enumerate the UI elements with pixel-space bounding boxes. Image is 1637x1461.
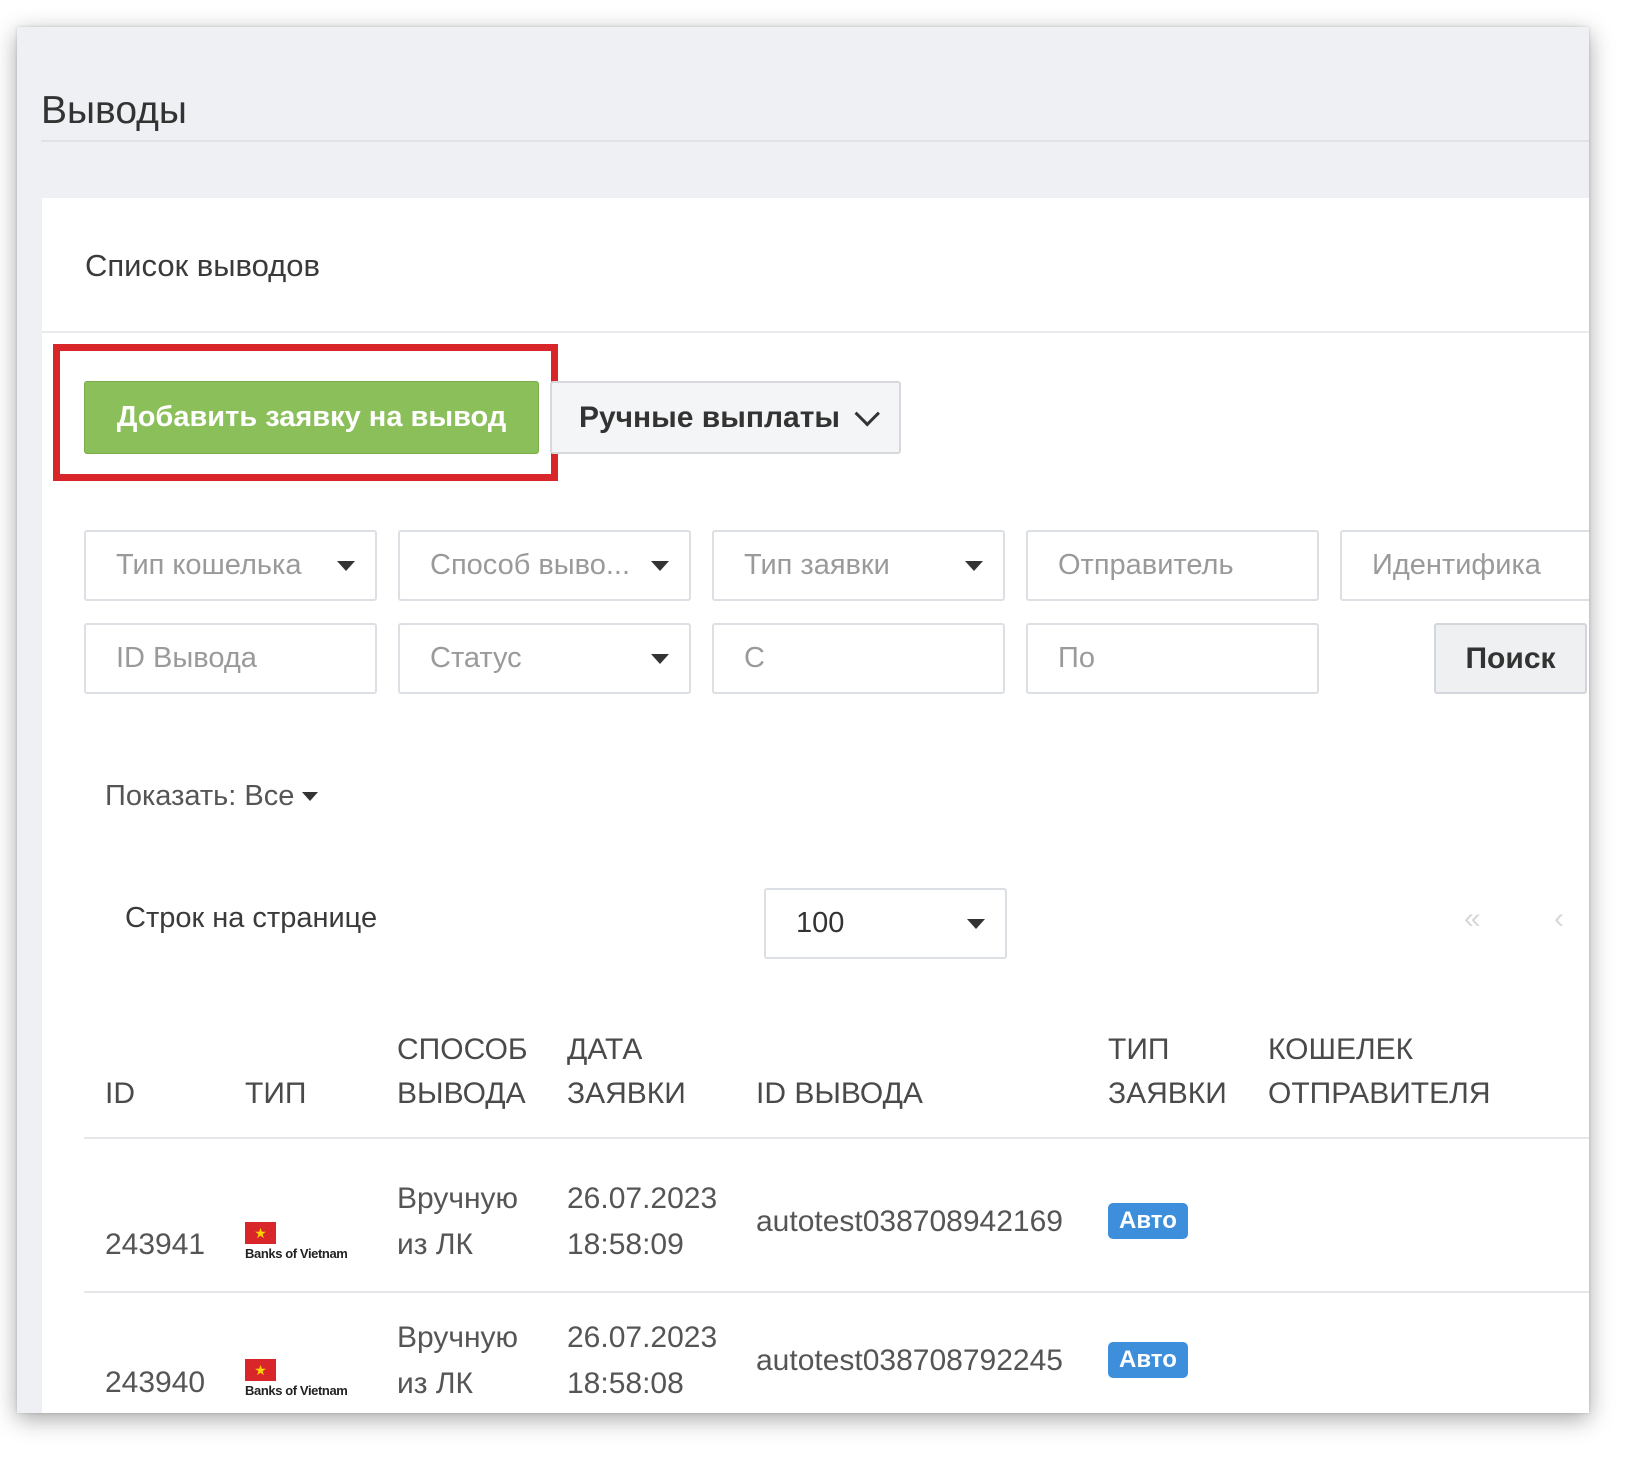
sender-input[interactable]: Отправитель — [1026, 530, 1319, 601]
cell-withdraw-id: autotest038708942169 — [756, 1205, 1063, 1238]
manual-payouts-dropdown[interactable]: Ручные выплаты — [550, 381, 901, 454]
title-divider — [41, 140, 1589, 142]
cell-method-line1: Вручную — [397, 1321, 519, 1354]
withdraw-id-placeholder: ID Вывода — [116, 642, 257, 674]
cell-withdraw-id: autotest038708792245 — [756, 1344, 1063, 1377]
request-type-badge: Авто — [1108, 1203, 1188, 1239]
show-filter-dropdown[interactable]: Показать: Все — [105, 780, 319, 813]
cell-method-line2: из ЛК — [397, 1228, 474, 1261]
withdraw-method-select[interactable]: Способ выво... — [398, 530, 691, 601]
identifier-input[interactable]: Идентифика — [1340, 530, 1589, 601]
cell-method-line2: из ЛК — [397, 1367, 474, 1400]
app-window: Выводы Список выводов Добавить заявку на… — [17, 27, 1589, 1413]
vietnam-flag-icon: ★ — [245, 1359, 276, 1381]
identifier-placeholder: Идентифика — [1372, 549, 1541, 581]
caret-down-icon — [967, 919, 985, 929]
row-divider — [84, 1291, 1589, 1293]
caret-down-icon — [651, 654, 669, 664]
withdrawals-card: Список выводов Добавить заявку на вывод … — [42, 198, 1589, 1413]
search-button[interactable]: Поиск — [1434, 623, 1587, 694]
caret-down-icon — [965, 561, 983, 571]
request-type-badge: Авто — [1108, 1342, 1188, 1378]
caret-down-icon — [302, 792, 319, 801]
page-title: Выводы — [41, 89, 187, 132]
status-placeholder: Статус — [430, 642, 522, 674]
rows-per-page-value: 100 — [796, 907, 845, 939]
cell-date: 26.07.2023 — [567, 1182, 718, 1215]
bank-name: Banks of Vietnam — [245, 1383, 348, 1398]
date-from-placeholder: С — [744, 642, 765, 674]
cell-id: 243940 — [105, 1366, 206, 1399]
col-header-id[interactable]: ID — [105, 1072, 135, 1116]
add-withdrawal-button[interactable]: Добавить заявку на вывод — [84, 381, 539, 454]
col-header-method-line2[interactable]: ВЫВОДА — [397, 1072, 526, 1116]
date-to-input[interactable]: По — [1026, 623, 1319, 694]
wallet-type-select[interactable]: Тип кошелька — [84, 530, 377, 601]
prev-page-button[interactable]: ‹ — [1554, 902, 1564, 936]
chevron-down-icon — [854, 400, 881, 426]
cell-date: 26.07.2023 — [567, 1321, 718, 1354]
show-filter-label: Показать: Все — [105, 780, 295, 812]
withdraw-method-placeholder: Способ выво... — [430, 549, 631, 581]
col-header-withdraw-id[interactable]: ID ВЫВОДА — [756, 1072, 923, 1116]
cell-method-line1: Вручную — [397, 1182, 519, 1215]
card-title: Список выводов — [85, 248, 320, 283]
col-header-type[interactable]: ТИП — [245, 1072, 306, 1116]
rows-per-page-label: Строк на странице — [125, 902, 378, 934]
caret-down-icon — [337, 561, 355, 571]
col-header-date-line2[interactable]: ЗАЯВКИ — [567, 1072, 686, 1116]
card-divider — [42, 331, 1589, 333]
caret-down-icon — [651, 561, 669, 571]
rows-per-page-select[interactable]: 100 — [764, 888, 1007, 959]
col-header-wallet-line2[interactable]: ОТПРАВИТЕЛЯ — [1268, 1072, 1491, 1116]
col-header-wallet-line1[interactable]: КОШЕЛЕК — [1268, 1028, 1413, 1072]
bank-name: Banks of Vietnam — [245, 1246, 348, 1261]
cell-time: 18:58:09 — [567, 1228, 684, 1261]
date-from-input[interactable]: С — [712, 623, 1005, 694]
col-header-request-type-line1[interactable]: ТИП — [1108, 1028, 1169, 1072]
table-header-divider — [84, 1137, 1589, 1139]
date-to-placeholder: По — [1058, 642, 1095, 674]
first-page-button[interactable]: « — [1464, 902, 1481, 936]
sender-placeholder: Отправитель — [1058, 549, 1234, 581]
bank-logo-icon: ★ Banks of Vietnam — [245, 1222, 357, 1262]
wallet-type-placeholder: Тип кошелька — [116, 549, 302, 581]
status-select[interactable]: Статус — [398, 623, 691, 694]
withdraw-id-input[interactable]: ID Вывода — [84, 623, 377, 694]
cell-time: 18:58:08 — [567, 1367, 684, 1400]
col-header-date-line1[interactable]: ДАТА — [567, 1028, 642, 1072]
request-type-placeholder: Тип заявки — [744, 549, 890, 581]
bank-logo-icon: ★ Banks of Vietnam — [245, 1359, 357, 1399]
manual-payouts-label: Ручные выплаты — [578, 400, 841, 434]
vietnam-flag-icon: ★ — [245, 1222, 276, 1244]
request-type-select[interactable]: Тип заявки — [712, 530, 1005, 601]
col-header-request-type-line2[interactable]: ЗАЯВКИ — [1108, 1072, 1227, 1116]
col-header-method-line1[interactable]: СПОСОБ — [397, 1028, 528, 1072]
cell-id: 243941 — [105, 1228, 206, 1261]
